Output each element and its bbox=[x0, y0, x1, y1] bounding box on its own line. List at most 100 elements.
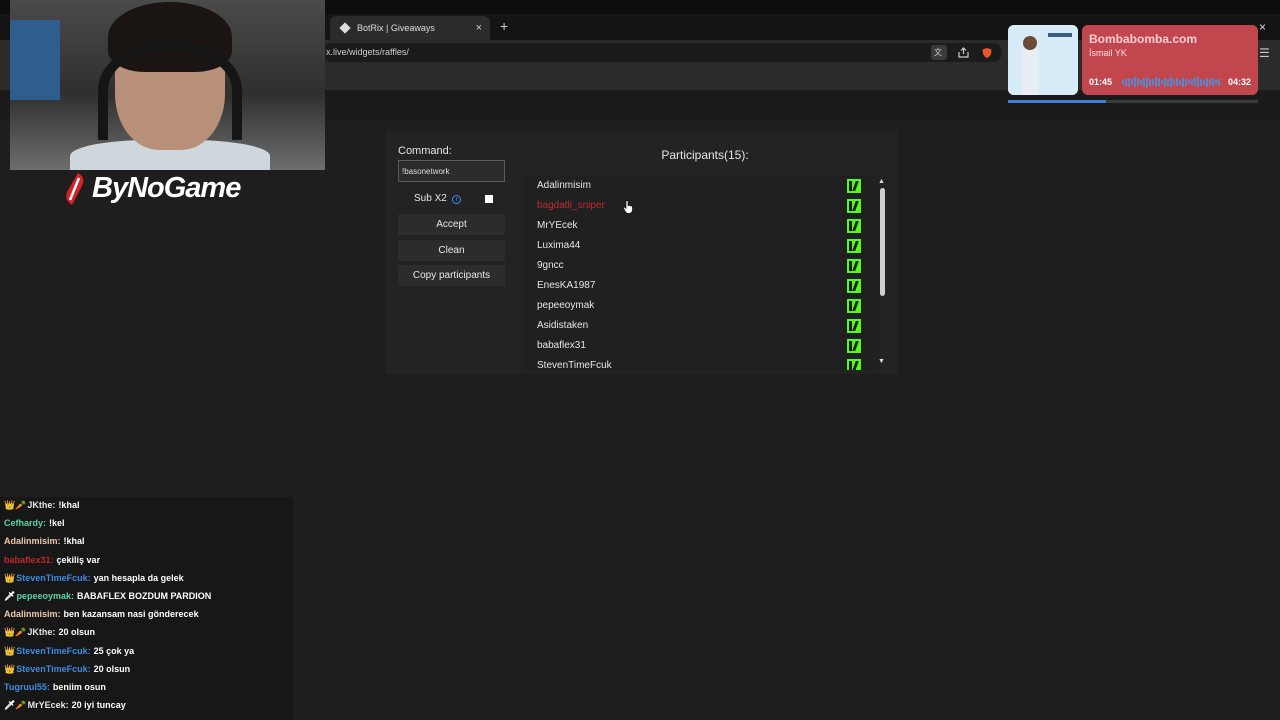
chat-text: 25 çok ya bbox=[93, 645, 135, 656]
share-icon[interactable] bbox=[955, 45, 971, 60]
sub-x2-label: Sub X2 bbox=[414, 193, 447, 204]
chat-username: Cefhardy: bbox=[4, 518, 47, 529]
brave-shield-icon[interactable] bbox=[979, 45, 995, 60]
kick-icon bbox=[847, 199, 861, 213]
chat-username: Tugruul55: bbox=[4, 682, 50, 692]
participant-row[interactable]: EnesKA1987 bbox=[537, 276, 863, 296]
participant-row[interactable]: babaflex31 bbox=[537, 336, 863, 356]
kick-icon bbox=[847, 219, 861, 233]
participant-row[interactable]: Adalinmisim bbox=[537, 176, 863, 196]
chat-username: babaflex31: bbox=[4, 554, 54, 565]
chat-message: 👑🥕JKthe: !khal bbox=[4, 498, 79, 512]
svg-text:文: 文 bbox=[934, 47, 942, 57]
scroll-up-arrow-icon[interactable]: ▲ bbox=[878, 178, 885, 185]
participant-row[interactable]: MrYEcek bbox=[537, 216, 863, 236]
album-cover bbox=[1008, 25, 1078, 95]
chat-overlay: 👑🥕JKthe: !khal Cefhardy: !kel Adalinmisim: !k… bbox=[0, 497, 293, 720]
participants-title: Participants(15): bbox=[661, 148, 749, 162]
chat-message: Adalinmisim: !khal bbox=[4, 534, 85, 548]
hand-cursor-icon bbox=[623, 200, 633, 214]
chat-message: Adalinmisim: ben kazansam nasi gönderecek bbox=[4, 607, 199, 621]
participant-name: babaflex31 bbox=[537, 340, 586, 351]
participant-row[interactable]: Luxima44 bbox=[537, 236, 863, 256]
chat-username: JKthe: bbox=[27, 627, 56, 638]
chat-username: StevenTimeFcuk: bbox=[16, 663, 91, 674]
tab-title: BotRix | Giveaways bbox=[357, 23, 435, 33]
chat-text: !khal bbox=[63, 536, 85, 547]
tab-close-icon[interactable]: × bbox=[476, 22, 482, 34]
chat-message: 👑StevenTimeFcuk: 25 çok ya bbox=[4, 644, 134, 658]
participant-name: StevenTimeFcuk bbox=[537, 360, 612, 370]
chat-text: ben kazansam nasi gönderecek bbox=[63, 609, 199, 620]
sub-x2-checkbox[interactable] bbox=[485, 195, 493, 203]
scroll-down-arrow-icon[interactable]: ▼ bbox=[878, 358, 885, 365]
kick-icon bbox=[847, 339, 861, 353]
chat-message: Cefhardy: !kel bbox=[4, 516, 65, 530]
chat-badge-icon: 👑🥕 bbox=[4, 500, 27, 510]
chat-username: JKthe: bbox=[27, 500, 56, 510]
chat-badge-icon: 👑🥕 bbox=[4, 627, 27, 638]
chat-text: beniim osun bbox=[52, 682, 106, 692]
chat-username: Adalinmisim: bbox=[4, 609, 61, 620]
participant-name: pepeeoymak bbox=[537, 300, 595, 311]
chat-message: babaflex31: çekiliş var bbox=[4, 553, 100, 567]
participant-name: Luxima44 bbox=[537, 240, 581, 251]
participant-name: MrYEcek bbox=[537, 220, 578, 231]
chat-badge-icon: 👑 bbox=[4, 645, 16, 656]
participants-list[interactable]: Adalinmisim bagdatli_sniper MrYEcek Luxima4… bbox=[523, 176, 879, 370]
participant-name: Asidistaken bbox=[537, 320, 589, 331]
accept-button[interactable]: Accept bbox=[398, 214, 505, 235]
command-input[interactable]: !basonetwork bbox=[398, 160, 505, 182]
chat-text: 20 iyi tuncay bbox=[71, 700, 126, 711]
participant-name: 9gncc bbox=[537, 260, 564, 271]
participant-row[interactable]: StevenTimeFcuk bbox=[537, 356, 863, 370]
participant-name: Adalinmisim bbox=[537, 180, 591, 191]
track-time-total: 04:32 bbox=[1228, 77, 1252, 87]
translate-icon[interactable]: 文 bbox=[931, 45, 947, 60]
chat-badge-icon: 🗡🥕 bbox=[4, 700, 27, 711]
participant-row[interactable]: 9gncc bbox=[537, 256, 863, 276]
browser-menu-icon[interactable]: ☰ bbox=[1259, 46, 1270, 60]
kick-icon bbox=[847, 359, 861, 370]
audio-waveform bbox=[1122, 76, 1222, 88]
chat-message: Tugruul55: beniim osun bbox=[4, 680, 106, 694]
chat-username: pepeeoymak: bbox=[16, 591, 74, 601]
participant-row[interactable]: Asidistaken bbox=[537, 316, 863, 336]
tab-botrix-giveaways[interactable]: BotRix | Giveaways × bbox=[330, 16, 490, 40]
track-artist: İsmail YK bbox=[1089, 48, 1127, 58]
chat-username: Adalinmisim: bbox=[4, 536, 61, 547]
participant-row[interactable]: pepeeoymak bbox=[537, 296, 863, 316]
webcam-overlay bbox=[10, 0, 325, 170]
url-field[interactable]: x.live/widgets/raffles/ bbox=[322, 43, 1002, 62]
chat-badge-icon: 👑 bbox=[4, 572, 16, 583]
chat-username: MrYEcek: bbox=[27, 700, 69, 711]
kick-icon bbox=[847, 279, 861, 293]
kick-icon bbox=[847, 259, 861, 273]
clean-button[interactable]: Clean bbox=[398, 240, 505, 261]
info-icon[interactable]: i bbox=[452, 195, 461, 204]
chat-text: BABAFLEX BOZDUM PARDION bbox=[76, 591, 212, 601]
chat-message: 🗡🥕MrYEcek: 20 iyi tuncay bbox=[4, 698, 126, 712]
chat-username: StevenTimeFcuk: bbox=[16, 572, 91, 583]
chat-text: !kel bbox=[49, 518, 65, 529]
kick-icon bbox=[847, 179, 861, 193]
chat-badge-icon: 👑 bbox=[4, 663, 16, 674]
chat-message: 👑🥕JKthe: 20 olsun bbox=[4, 625, 95, 639]
track-time-current: 01:45 bbox=[1089, 77, 1113, 87]
bynogame-logo-text: ByNoGame bbox=[92, 172, 241, 204]
chat-text: yan hesapla da gelek bbox=[93, 572, 184, 583]
new-tab-button[interactable]: + bbox=[500, 18, 512, 34]
close-icon[interactable]: × bbox=[1259, 20, 1266, 34]
participants-scrollbar[interactable] bbox=[880, 188, 885, 296]
track-progress-fill bbox=[1008, 100, 1106, 103]
participant-row[interactable]: bagdatli_sniper bbox=[537, 196, 863, 216]
chat-message: 🗡pepeeoymak: BABAFLEX BOZDUM PARDION bbox=[4, 589, 211, 603]
copy-participants-button[interactable]: Copy participants bbox=[398, 265, 505, 286]
chat-text: çekiliş var bbox=[56, 554, 101, 565]
track-title: Bombabomba.com bbox=[1089, 32, 1198, 46]
participant-name: bagdatli_sniper bbox=[537, 200, 605, 211]
chat-text: !khal bbox=[58, 500, 80, 510]
command-label: Command: bbox=[398, 145, 452, 157]
chat-username: StevenTimeFcuk: bbox=[16, 645, 91, 656]
participant-name: EnesKA1987 bbox=[537, 280, 596, 291]
